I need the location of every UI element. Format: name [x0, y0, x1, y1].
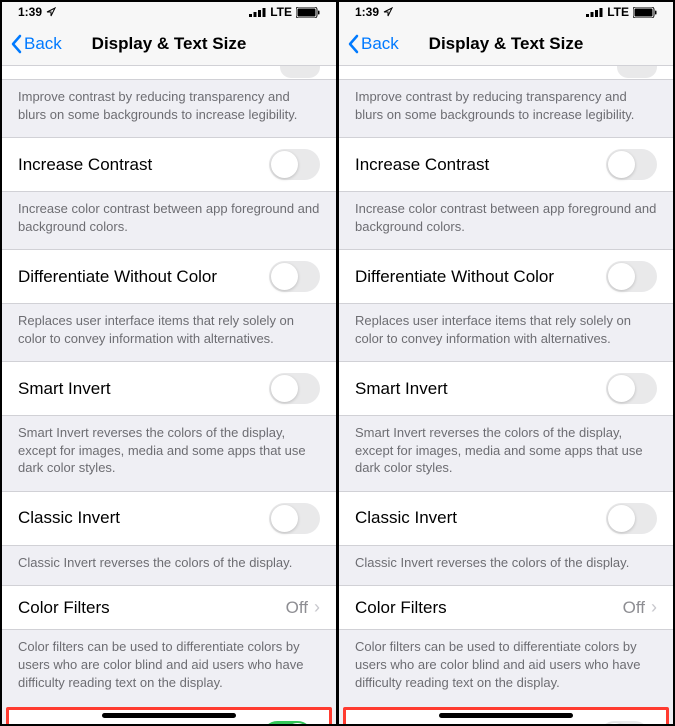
battery-icon: [296, 7, 320, 18]
page-title: Display & Text Size: [92, 34, 247, 54]
status-bar: 1:39 LTE: [339, 2, 673, 22]
classic-invert-toggle[interactable]: [606, 503, 657, 534]
differentiate-row[interactable]: Differentiate Without Color: [2, 249, 336, 304]
back-button[interactable]: Back: [339, 34, 399, 54]
reduce-transparency-toggle[interactable]: [280, 66, 320, 78]
page-title: Display & Text Size: [429, 34, 584, 54]
signal-icon: [586, 7, 603, 17]
differentiate-desc: Replaces user interface items that rely …: [339, 304, 673, 361]
signal-icon: [249, 7, 266, 17]
classic-invert-desc: Classic Invert reverses the colors of th…: [339, 546, 673, 586]
nav-bar: Back Display & Text Size: [339, 22, 673, 66]
differentiate-row[interactable]: Differentiate Without Color: [339, 249, 673, 304]
smart-invert-desc: Smart Invert reverses the colors of the …: [339, 416, 673, 491]
differentiate-toggle[interactable]: [269, 261, 320, 292]
increase-contrast-row[interactable]: Increase Contrast: [339, 137, 673, 192]
reduce-white-point-toggle[interactable]: [262, 721, 313, 724]
increase-contrast-toggle[interactable]: [269, 149, 320, 180]
back-label: Back: [24, 34, 62, 54]
phone-left: 1:39 LTE Back Display & Text Size Improv…: [1, 1, 337, 725]
increase-contrast-toggle[interactable]: [606, 149, 657, 180]
location-icon: [46, 7, 56, 17]
color-filters-desc: Color filters can be used to differentia…: [339, 630, 673, 705]
color-filters-desc: Color filters can be used to differentia…: [2, 630, 336, 705]
differentiate-toggle[interactable]: [606, 261, 657, 292]
increase-contrast-label: Increase Contrast: [355, 155, 489, 175]
smart-invert-label: Smart Invert: [355, 379, 448, 399]
network-label: LTE: [607, 5, 629, 19]
chevron-left-icon: [347, 34, 359, 54]
increase-contrast-desc: Increase color contrast between app fore…: [2, 192, 336, 249]
smart-invert-toggle[interactable]: [269, 373, 320, 404]
smart-invert-row[interactable]: Smart Invert: [339, 361, 673, 416]
status-time: 1:39: [18, 5, 42, 19]
home-indicator[interactable]: [102, 713, 236, 718]
location-icon: [383, 7, 393, 17]
differentiate-desc: Replaces user interface items that rely …: [2, 304, 336, 361]
color-filters-label: Color Filters: [355, 598, 447, 618]
reduce-transparency-toggle[interactable]: [617, 66, 657, 78]
back-button[interactable]: Back: [2, 34, 62, 54]
network-label: LTE: [270, 5, 292, 19]
back-label: Back: [361, 34, 399, 54]
home-indicator[interactable]: [439, 713, 573, 718]
chevron-right-icon: ›: [314, 597, 320, 618]
smart-invert-row[interactable]: Smart Invert: [2, 361, 336, 416]
classic-invert-toggle[interactable]: [269, 503, 320, 534]
increase-contrast-row[interactable]: Increase Contrast: [2, 137, 336, 192]
chevron-left-icon: [10, 34, 22, 54]
classic-invert-label: Classic Invert: [355, 508, 457, 528]
classic-invert-row[interactable]: Classic Invert: [2, 491, 336, 546]
increase-contrast-label: Increase Contrast: [18, 155, 152, 175]
color-filters-row[interactable]: Color Filters Off ›: [339, 585, 673, 630]
smart-invert-label: Smart Invert: [18, 379, 111, 399]
differentiate-label: Differentiate Without Color: [18, 267, 217, 287]
transparency-desc: Improve contrast by reducing transparenc…: [339, 80, 673, 137]
color-filters-value: Off: [623, 598, 645, 618]
color-filters-label: Color Filters: [18, 598, 110, 618]
classic-invert-label: Classic Invert: [18, 508, 120, 528]
chevron-right-icon: ›: [651, 597, 657, 618]
color-filters-value: Off: [286, 598, 308, 618]
status-bar: 1:39 LTE: [2, 2, 336, 22]
classic-invert-row[interactable]: Classic Invert: [339, 491, 673, 546]
nav-bar: Back Display & Text Size: [2, 22, 336, 66]
reduce-white-point-toggle[interactable]: [599, 721, 650, 724]
battery-icon: [633, 7, 657, 18]
smart-invert-desc: Smart Invert reverses the colors of the …: [2, 416, 336, 491]
smart-invert-toggle[interactable]: [606, 373, 657, 404]
content: Improve contrast by reducing transparenc…: [339, 66, 673, 724]
content: Improve contrast by reducing transparenc…: [2, 66, 336, 724]
phone-right: 1:39 LTE Back Display & Text Size Improv…: [338, 1, 674, 725]
increase-contrast-desc: Increase color contrast between app fore…: [339, 192, 673, 249]
transparency-desc: Improve contrast by reducing transparenc…: [2, 80, 336, 137]
color-filters-row[interactable]: Color Filters Off ›: [2, 585, 336, 630]
classic-invert-desc: Classic Invert reverses the colors of th…: [2, 546, 336, 586]
differentiate-label: Differentiate Without Color: [355, 267, 554, 287]
status-time: 1:39: [355, 5, 379, 19]
